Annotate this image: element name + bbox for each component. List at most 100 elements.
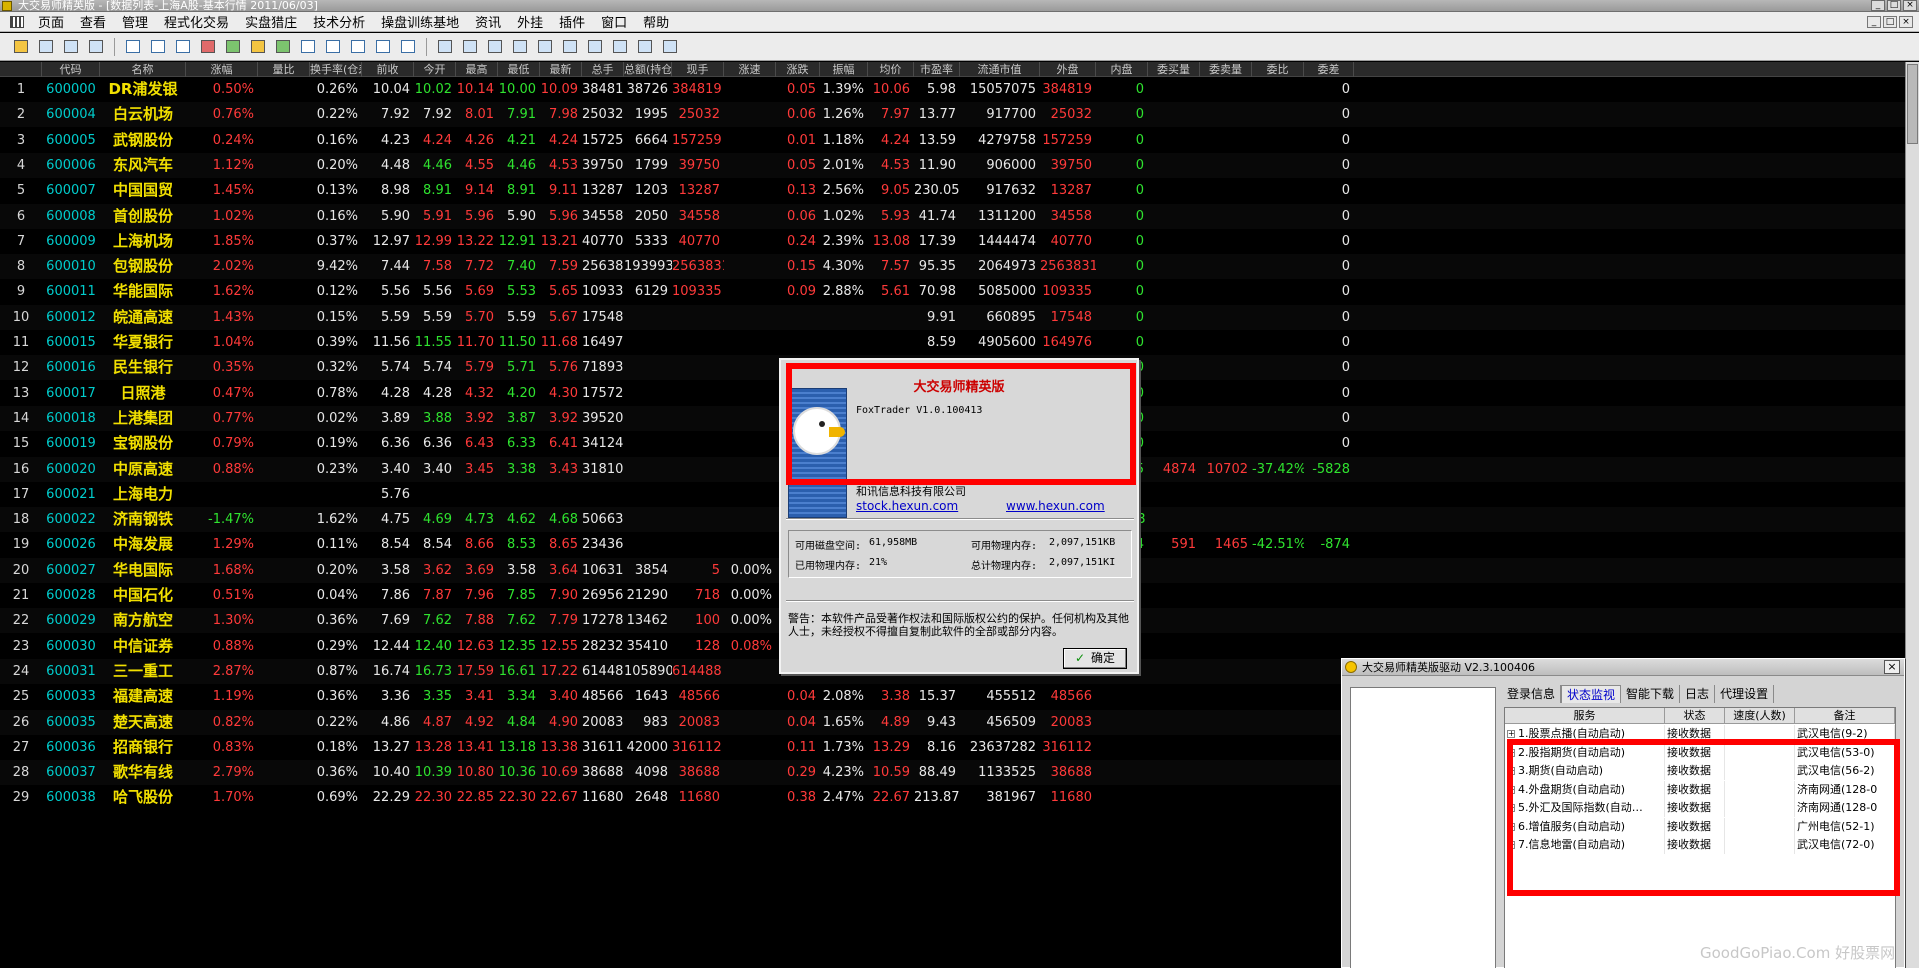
tab-log[interactable]: 日志 <box>1680 685 1716 703</box>
column-header-high[interactable]: 最高 <box>456 62 498 77</box>
window-icon[interactable] <box>322 37 344 57</box>
expand-icon[interactable]: + <box>1507 730 1515 738</box>
column-header-current-hand[interactable]: 现手 <box>672 62 724 77</box>
header-speed[interactable]: 速度(人数) <box>1725 708 1795 724</box>
mdi-minimize-button[interactable]: _ <box>1867 15 1881 28</box>
column-header-avg-price[interactable]: 均价 <box>868 62 914 77</box>
tab-smart-download[interactable]: 智能下载 <box>1621 685 1681 703</box>
close-button[interactable]: × <box>1903 0 1917 11</box>
table-row[interactable]: 1 600000 DR浦发银 0.50% 0.26% 10.04 10.02 10.14 10.… <box>0 77 1905 102</box>
fibonacci-icon[interactable] <box>459 37 481 57</box>
header-service[interactable]: 服务 <box>1505 708 1665 724</box>
trend-icon[interactable] <box>534 37 556 57</box>
column-header-amplitude[interactable]: 振幅 <box>820 62 868 77</box>
tile-icon[interactable] <box>347 37 369 57</box>
menu-training[interactable]: 操盘训练基地 <box>373 12 467 31</box>
rectangle-icon[interactable] <box>559 37 581 57</box>
split-icon[interactable] <box>372 37 394 57</box>
copy-icon[interactable] <box>172 37 194 57</box>
text-icon[interactable] <box>609 37 631 57</box>
list-icon[interactable] <box>60 37 82 57</box>
column-header-volume-ratio[interactable]: 量比 <box>258 62 310 77</box>
circle-icon[interactable] <box>584 37 606 57</box>
save-icon[interactable] <box>659 37 681 57</box>
parallel-icon[interactable] <box>509 37 531 57</box>
column-header-row-number[interactable] <box>0 62 42 77</box>
menu-program-trade[interactable]: 程式化交易 <box>156 12 237 31</box>
home-link[interactable]: www.hexun.com <box>1006 499 1105 513</box>
grid-icon[interactable] <box>85 37 107 57</box>
ok-button[interactable]: ✓ 确定 <box>1063 648 1127 669</box>
warning-icon[interactable] <box>247 37 269 57</box>
settings-icon[interactable] <box>397 37 419 57</box>
column-header-low[interactable]: 最低 <box>498 62 540 77</box>
column-header-name[interactable]: 名称 <box>100 62 186 77</box>
pattern-icon[interactable] <box>634 37 656 57</box>
menu-help[interactable]: 帮助 <box>635 12 677 31</box>
cell-bid-ratio <box>1252 684 1304 709</box>
menu-manage[interactable]: 管理 <box>114 12 156 31</box>
tab-proxy-settings[interactable]: 代理设置 <box>1715 685 1775 703</box>
column-header-last[interactable]: 最新 <box>540 62 582 77</box>
column-header-turnover[interactable]: 换手率(仓差) <box>310 62 362 77</box>
menu-technical-analysis[interactable]: 技术分析 <box>305 12 373 31</box>
download-icon[interactable] <box>272 37 294 57</box>
mdi-restore-button[interactable]: □ <box>1883 15 1897 28</box>
refresh-icon[interactable] <box>222 37 244 57</box>
table-row[interactable]: 3 600005 武钢股份 0.24% 0.16% 4.23 4.24 4.26 4.21 4.2… <box>0 128 1905 153</box>
column-header-bid-vol[interactable]: 委买量 <box>1148 62 1200 77</box>
system-menu-icon[interactable] <box>10 15 24 28</box>
column-header-change-pct[interactable]: 涨幅 <box>186 62 258 77</box>
header-note[interactable]: 备注 <box>1795 708 1895 724</box>
table-row[interactable]: 7 600009 上海机场 1.85% 0.37% 12.97 12.99 13.22 12.9… <box>0 229 1905 254</box>
menu-page[interactable]: 页面 <box>30 12 72 31</box>
table-row[interactable]: 9 600011 华能国际 1.62% 0.12% 5.56 5.56 5.69 5.53 5.6… <box>0 279 1905 304</box>
table-row[interactable]: 11 600015 华夏银行 1.04% 0.39% 11.56 11.55 11.70 11.… <box>0 330 1905 355</box>
menu-external[interactable]: 外挂 <box>509 12 551 31</box>
column-header-amount[interactable]: 总额(持仓) <box>624 62 672 77</box>
menu-plugins[interactable]: 插件 <box>551 12 593 31</box>
column-header-bid-diff[interactable]: 委差 <box>1304 62 1354 77</box>
column-header-open[interactable]: 今开 <box>414 62 456 77</box>
column-header-bid-ratio[interactable]: 委比 <box>1252 62 1304 77</box>
channel-icon[interactable] <box>484 37 506 57</box>
header-status[interactable]: 状态 <box>1665 708 1725 724</box>
column-header-market-cap[interactable]: 流通市值 <box>960 62 1040 77</box>
tab-login-info[interactable]: 登录信息 <box>1502 685 1562 703</box>
table-row[interactable]: 2 600004 白云机场 0.76% 0.22% 7.92 7.92 8.01 7.91 7.9… <box>0 102 1905 128</box>
column-header-volume[interactable]: 总手 <box>582 62 624 77</box>
column-header-inner[interactable]: 内盘 <box>1096 62 1148 77</box>
scrollbar-thumb[interactable] <box>1907 64 1918 144</box>
minimize-button[interactable]: _ <box>1871 0 1885 11</box>
alert-icon[interactable] <box>197 37 219 57</box>
column-header-change[interactable]: 涨跌 <box>776 62 820 77</box>
draw-line-icon[interactable] <box>434 37 456 57</box>
menu-real-trade[interactable]: 实盘猎庄 <box>237 12 305 31</box>
table-icon[interactable] <box>297 37 319 57</box>
column-header-prev-close[interactable]: 前收 <box>362 62 414 77</box>
column-header-speed[interactable]: 涨速 <box>724 62 776 77</box>
menu-window[interactable]: 窗口 <box>593 12 635 31</box>
menu-info[interactable]: 资讯 <box>467 12 509 31</box>
open-folder-icon[interactable] <box>10 37 32 57</box>
driver-close-icon[interactable]: × <box>1884 660 1900 674</box>
table-row[interactable]: 4 600006 东风汽车 1.12% 0.20% 4.48 4.46 4.55 4.46 4.5… <box>0 152 1905 178</box>
column-header-ask-vol[interactable]: 委卖量 <box>1200 62 1252 77</box>
table-row[interactable]: 10 600012 皖通高速 1.43% 0.15% 5.59 5.59 5.70 5.59 5.… <box>0 304 1905 330</box>
kline-icon[interactable] <box>147 37 169 57</box>
table-row[interactable]: 6 600008 首创股份 1.02% 0.16% 5.90 5.91 5.96 5.90 5.9… <box>0 203 1905 229</box>
menu-view[interactable]: 查看 <box>72 12 114 31</box>
column-header-code[interactable]: 代码 <box>42 62 100 77</box>
back-icon[interactable] <box>35 37 57 57</box>
table-row[interactable]: 8 600010 包钢股份 2.02% 9.42% 7.44 7.58 7.72 7.40 7.5… <box>0 254 1905 280</box>
stock-link[interactable]: stock.hexun.com <box>856 499 958 513</box>
tab-status-monitor[interactable]: 状态监视 <box>1561 685 1622 703</box>
column-header-outer[interactable]: 外盘 <box>1040 62 1096 77</box>
cell-last: 7.98 <box>549 107 578 123</box>
chart-icon[interactable] <box>122 37 144 57</box>
vertical-scrollbar[interactable] <box>1905 62 1919 968</box>
column-header-pe[interactable]: 市盈率 <box>914 62 960 77</box>
mdi-close-button[interactable]: × <box>1899 15 1913 28</box>
maximize-button[interactable]: □ <box>1887 0 1901 11</box>
table-row[interactable]: 5 600007 中国国贸 1.45% 0.13% 8.98 8.91 9.14 8.91 9.1… <box>0 178 1905 203</box>
